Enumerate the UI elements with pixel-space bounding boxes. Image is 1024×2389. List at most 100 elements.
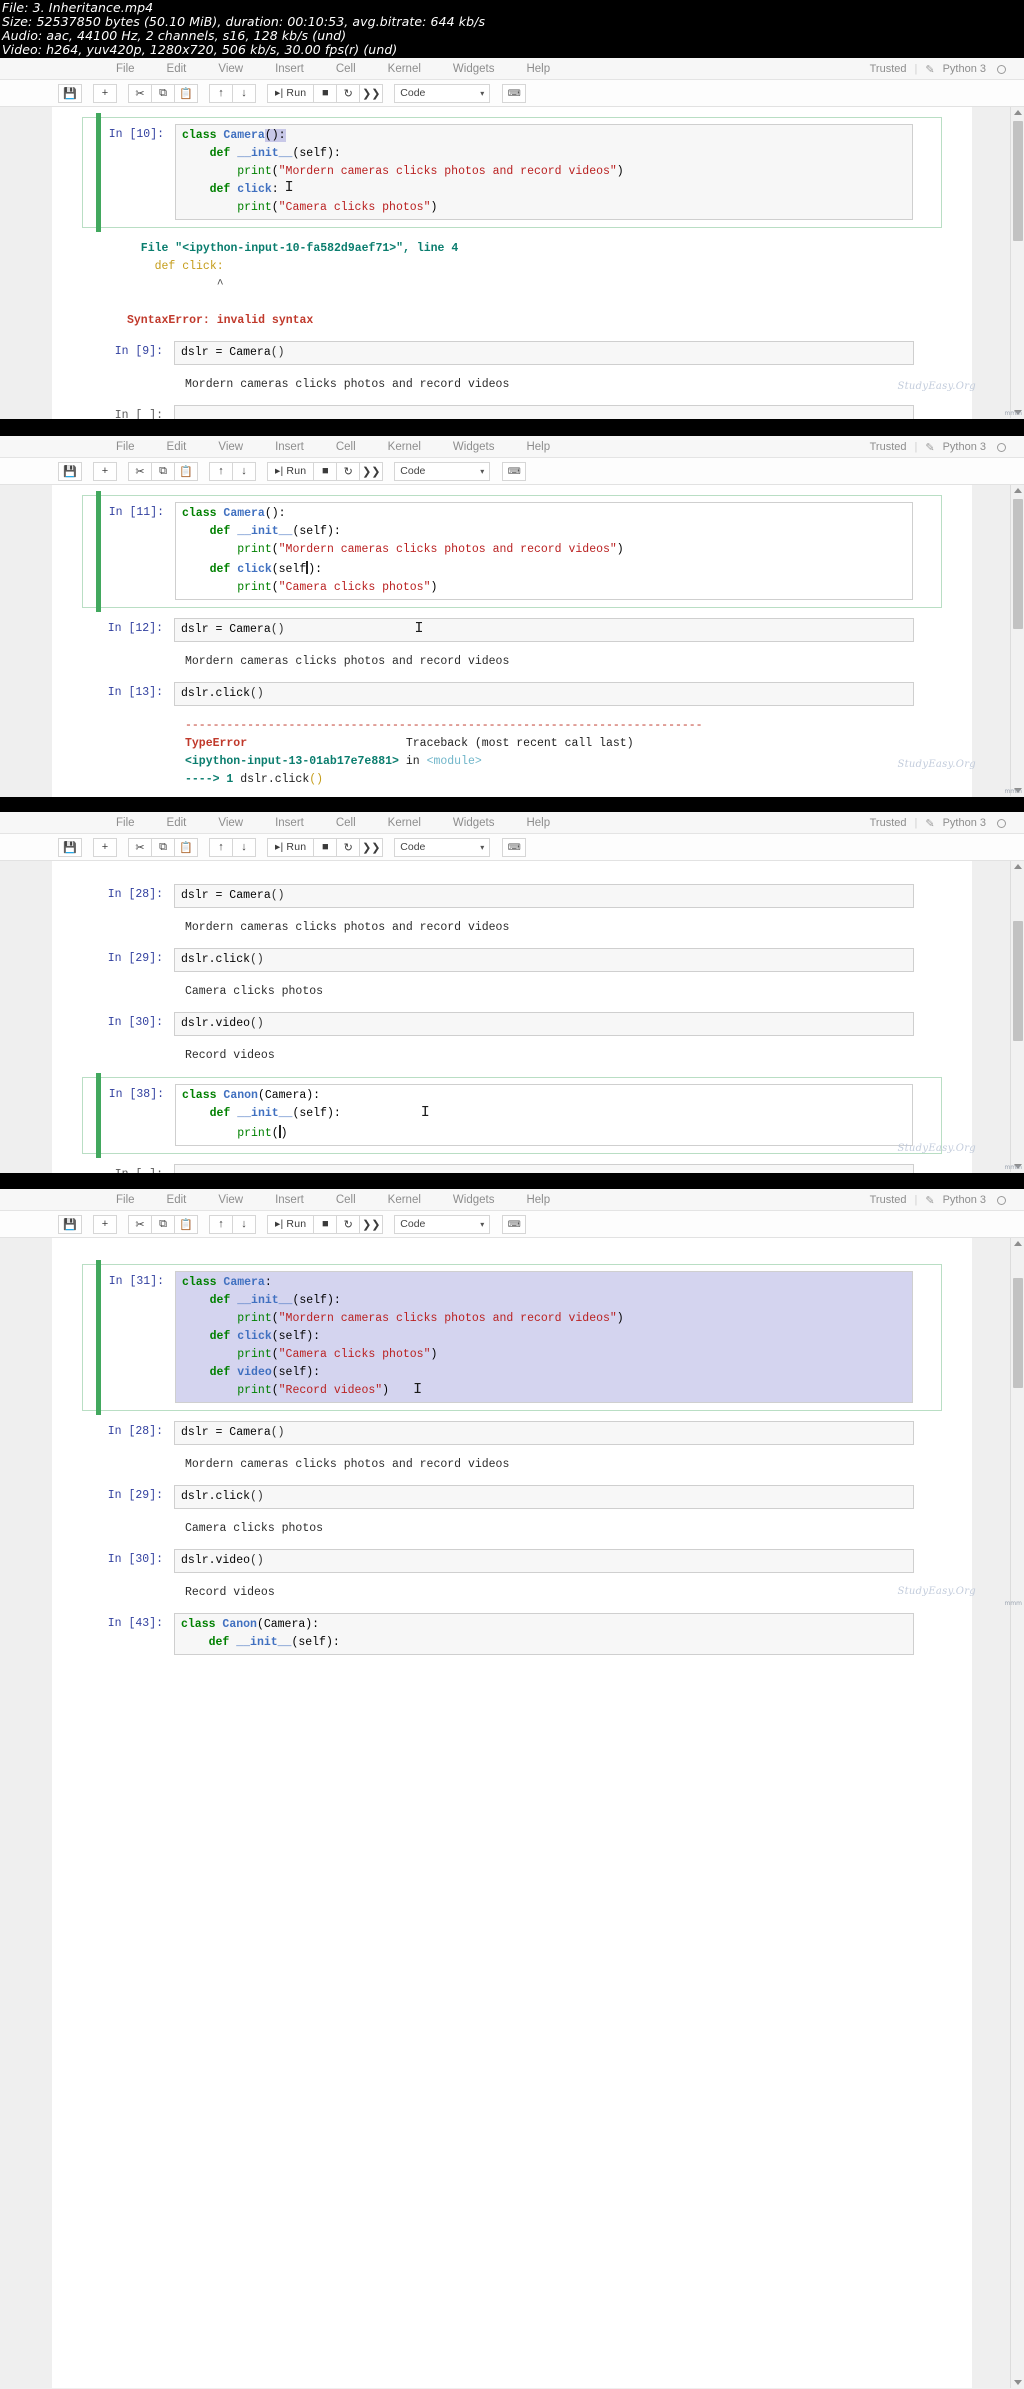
- keyboard-shortcut-icon[interactable]: ⌨: [502, 461, 527, 481]
- code-input[interactable]: dslr = Camera(): [174, 341, 914, 365]
- restart-icon[interactable]: ↻: [336, 83, 361, 103]
- menu-item-insert[interactable]: Insert: [259, 1189, 320, 1211]
- run-button[interactable]: ▸| Run: [267, 837, 315, 857]
- menu-item-file[interactable]: File: [100, 1189, 151, 1211]
- code-input[interactable]: [174, 405, 914, 419]
- code-input[interactable]: class Camera(): def __init__(self): prin…: [175, 502, 913, 600]
- notebook-cell[interactable]: In [11]: class Camera(): def __init__(se…: [82, 491, 942, 612]
- move-down-icon[interactable]: ↓: [232, 1214, 256, 1234]
- menu-item-cell[interactable]: Cell: [320, 436, 372, 458]
- vertical-scrollbar[interactable]: [1010, 1238, 1024, 2388]
- menu-item-help[interactable]: Help: [510, 436, 566, 458]
- notebook-cell[interactable]: In [9]: dslr = Camera(): [82, 341, 942, 365]
- scrollbar-thumb[interactable]: [1013, 1278, 1023, 1388]
- notebook-cell[interactable]: In [12]: dslr = Camera() I: [82, 618, 942, 642]
- restart-icon[interactable]: ↻: [336, 1214, 361, 1234]
- menu-item-insert[interactable]: Insert: [259, 58, 320, 80]
- menu-item-cell[interactable]: Cell: [320, 1189, 372, 1211]
- menu-item-kernel[interactable]: Kernel: [372, 1189, 437, 1211]
- menu-item-view[interactable]: View: [202, 1189, 259, 1211]
- run-all-icon[interactable]: ❯❯: [359, 83, 384, 103]
- code-input[interactable]: dslr = Camera() I: [174, 618, 914, 642]
- menu-item-kernel[interactable]: Kernel: [372, 58, 437, 80]
- run-button[interactable]: ▸| Run: [267, 461, 315, 481]
- run-button[interactable]: ▸| Run: [267, 83, 315, 103]
- vertical-scrollbar[interactable]: [1010, 485, 1024, 796]
- menu-item-insert[interactable]: Insert: [259, 812, 320, 834]
- run-button[interactable]: ▸| Run: [267, 1214, 315, 1234]
- scrollbar-thumb[interactable]: [1013, 921, 1023, 1041]
- paste-icon[interactable]: 📋: [174, 837, 198, 857]
- run-all-icon[interactable]: ❯❯: [359, 461, 384, 481]
- cell-type-select[interactable]: Code ▾: [394, 461, 491, 481]
- menu-item-view[interactable]: View: [202, 436, 259, 458]
- cut-icon[interactable]: ✂: [128, 1214, 152, 1234]
- pencil-icon[interactable]: ✎: [925, 817, 934, 830]
- notebook-cell[interactable]: In [28]: dslr = Camera(): [82, 1421, 942, 1445]
- menu-item-edit[interactable]: Edit: [151, 1189, 203, 1211]
- pencil-icon[interactable]: ✎: [925, 1194, 934, 1207]
- notebook-cell[interactable]: In [30]: dslr.video(): [82, 1549, 942, 1573]
- scrollbar-thumb[interactable]: [1013, 499, 1023, 629]
- paste-icon[interactable]: 📋: [174, 1214, 198, 1234]
- menu-item-file[interactable]: File: [100, 58, 151, 80]
- paste-icon[interactable]: 📋: [174, 461, 198, 481]
- add-cell-icon[interactable]: +: [93, 83, 117, 103]
- code-input[interactable]: dslr.click(): [174, 948, 914, 972]
- menu-item-widgets[interactable]: Widgets: [437, 58, 511, 80]
- scrollbar-thumb[interactable]: [1013, 121, 1023, 241]
- move-up-icon[interactable]: ↑: [209, 83, 233, 103]
- cut-icon[interactable]: ✂: [128, 461, 152, 481]
- code-input[interactable]: class Camera(): def __init__(self): prin…: [175, 124, 913, 220]
- add-cell-icon[interactable]: +: [93, 1214, 117, 1234]
- menu-item-cell[interactable]: Cell: [320, 812, 372, 834]
- copy-icon[interactable]: ⧉: [151, 83, 175, 103]
- add-cell-icon[interactable]: +: [93, 837, 117, 857]
- vertical-scrollbar[interactable]: [1010, 107, 1024, 418]
- menu-item-help[interactable]: Help: [510, 58, 566, 80]
- code-input[interactable]: class Camera: def __init__(self): print(…: [175, 1271, 913, 1403]
- run-all-icon[interactable]: ❯❯: [359, 837, 384, 857]
- cell-type-select[interactable]: Code ▾: [394, 837, 491, 857]
- menu-item-help[interactable]: Help: [510, 1189, 566, 1211]
- save-icon[interactable]: 💾: [58, 1214, 82, 1234]
- menu-item-widgets[interactable]: Widgets: [437, 1189, 511, 1211]
- menu-item-widgets[interactable]: Widgets: [437, 436, 511, 458]
- cell-type-select[interactable]: Code ▾: [394, 83, 491, 103]
- notebook-cell[interactable]: In [30]: dslr.video(): [82, 1012, 942, 1036]
- menu-item-insert[interactable]: Insert: [259, 436, 320, 458]
- move-up-icon[interactable]: ↑: [209, 1214, 233, 1234]
- code-input[interactable]: dslr = Camera(): [174, 884, 914, 908]
- keyboard-shortcut-icon[interactable]: ⌨: [502, 837, 527, 857]
- stop-icon[interactable]: ■: [313, 1214, 338, 1234]
- notebook-cell[interactable]: In [31]: class Camera: def __init__(self…: [82, 1260, 942, 1415]
- code-input[interactable]: dslr.video(): [174, 1549, 914, 1573]
- restart-icon[interactable]: ↻: [336, 837, 361, 857]
- menu-item-cell[interactable]: Cell: [320, 58, 372, 80]
- notebook-cell[interactable]: In [13]: dslr.click(): [82, 682, 942, 706]
- move-down-icon[interactable]: ↓: [232, 83, 256, 103]
- stop-icon[interactable]: ■: [313, 83, 338, 103]
- move-up-icon[interactable]: ↑: [209, 461, 233, 481]
- code-input[interactable]: class Canon(Camera): def __init__(self):…: [175, 1084, 913, 1146]
- scroll-down-icon[interactable]: [1014, 2380, 1022, 2385]
- menu-item-edit[interactable]: Edit: [151, 812, 203, 834]
- menu-item-edit[interactable]: Edit: [151, 436, 203, 458]
- scroll-up-icon[interactable]: [1014, 110, 1022, 115]
- keyboard-shortcut-icon[interactable]: ⌨: [502, 83, 527, 103]
- cut-icon[interactable]: ✂: [128, 83, 152, 103]
- add-cell-icon[interactable]: +: [93, 461, 117, 481]
- pencil-icon[interactable]: ✎: [925, 441, 934, 454]
- menu-item-kernel[interactable]: Kernel: [372, 812, 437, 834]
- code-input[interactable]: dslr.click(): [174, 682, 914, 706]
- stop-icon[interactable]: ■: [313, 837, 338, 857]
- notebook-cell[interactable]: In [43]: class Canon(Camera): def __init…: [82, 1613, 942, 1655]
- notebook-cell[interactable]: In [ ]:: [82, 405, 942, 419]
- move-up-icon[interactable]: ↑: [209, 837, 233, 857]
- code-input[interactable]: dslr.video(): [174, 1012, 914, 1036]
- scroll-up-icon[interactable]: [1014, 864, 1022, 869]
- notebook-cell[interactable]: In [10]: class Camera(): def __init__(se…: [82, 113, 942, 232]
- vertical-scrollbar[interactable]: [1010, 861, 1024, 1172]
- stop-icon[interactable]: ■: [313, 461, 338, 481]
- code-input[interactable]: [174, 1164, 914, 1173]
